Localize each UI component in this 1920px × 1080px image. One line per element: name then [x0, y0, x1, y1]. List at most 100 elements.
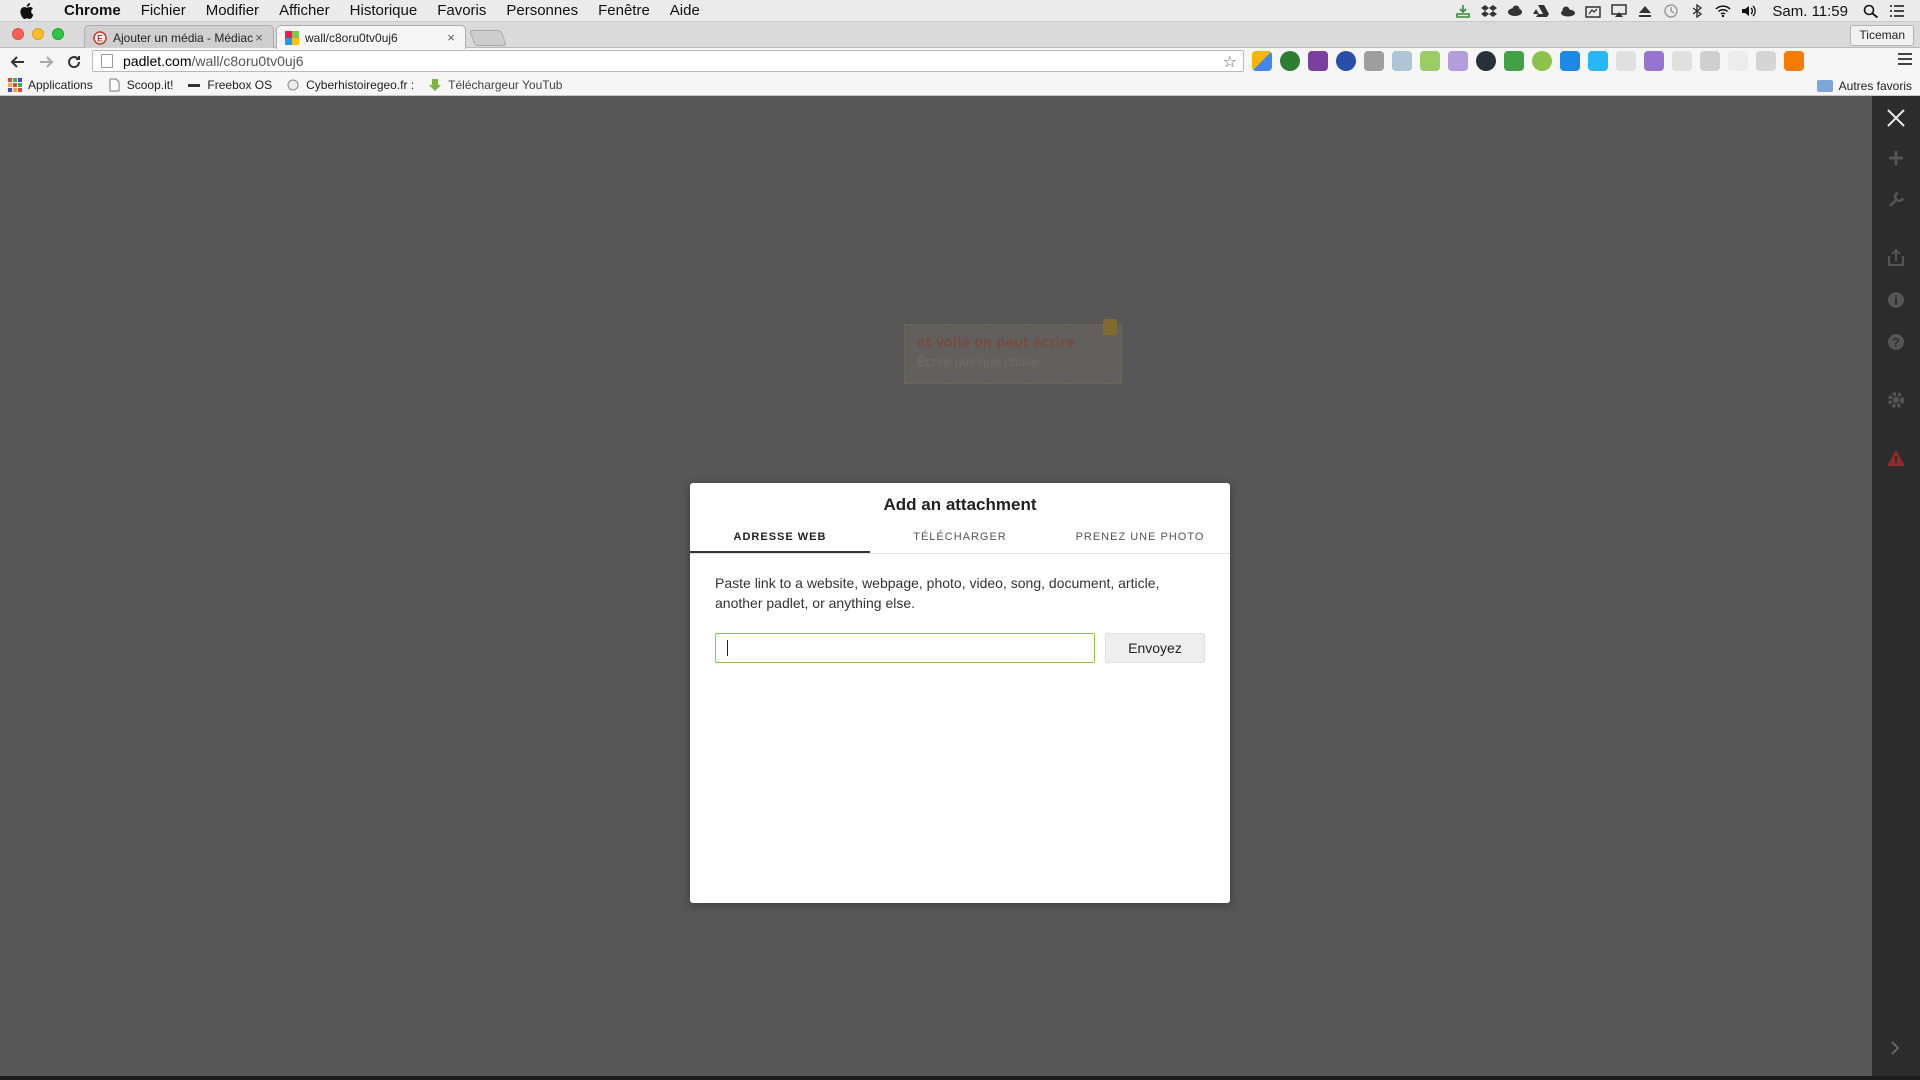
back-button[interactable]: [4, 49, 32, 75]
bookmark-label: Cyberhistoiregeo.fr :: [306, 78, 415, 92]
eject-icon[interactable]: [1632, 0, 1658, 22]
padlet-page: et voilà on peut écrire Écrire quelque c…: [0, 96, 1920, 1080]
bookmark-telechargeur[interactable]: Téléchargeur YouTub: [422, 75, 570, 96]
browser-toolbar: padlet.com/wall/c8oru0tv0uj6 ☆: [0, 48, 1920, 75]
menu-aide[interactable]: Aide: [660, 0, 710, 22]
extension-pen-icon[interactable]: [1448, 51, 1468, 71]
extension-n-icon[interactable]: [1728, 51, 1748, 71]
screen-capture-icon[interactable]: [1580, 0, 1606, 22]
extension-k-icon[interactable]: [1336, 51, 1356, 71]
tab-close-icon[interactable]: ×: [445, 30, 457, 45]
info-icon[interactable]: [1884, 288, 1908, 312]
settings-icon[interactable]: [1884, 388, 1908, 412]
extension-screenshot-icon[interactable]: [1560, 51, 1580, 71]
menu-afficher[interactable]: Afficher: [269, 0, 340, 22]
extension-camera-icon[interactable]: [1392, 51, 1412, 71]
bookmark-label: Applications: [28, 78, 93, 92]
menu-personnes[interactable]: Personnes: [496, 0, 588, 22]
chrome-menu-icon[interactable]: [1898, 53, 1912, 68]
extension-chat-icon[interactable]: [1616, 51, 1636, 71]
bookmark-star-icon[interactable]: ☆: [1223, 52, 1237, 72]
extension-rss-icon[interactable]: [1784, 51, 1804, 71]
close-icon[interactable]: [1884, 106, 1908, 130]
onedrive-icon[interactable]: [1554, 0, 1580, 22]
airplay-icon[interactable]: [1606, 0, 1632, 22]
add-attachment-dialog: Add an attachment ADRESSE WEB TÉLÉCHARGE…: [690, 483, 1230, 903]
notification-center-icon[interactable]: [1884, 0, 1910, 22]
menubar-clock[interactable]: Sam. 11:59: [1762, 3, 1858, 20]
help-icon[interactable]: ?: [1884, 330, 1908, 354]
address-bar[interactable]: padlet.com/wall/c8oru0tv0uj6 ☆: [92, 50, 1244, 72]
tab-padlet[interactable]: wall/c8oru0tv0uj6 ×: [276, 25, 466, 49]
window-controls: [12, 28, 64, 40]
apple-menu-icon[interactable]: [20, 2, 38, 19]
svg-text:?: ?: [1892, 336, 1899, 350]
tab-mediacad[interactable]: E Ajouter un média - Médiaca ×: [84, 25, 274, 49]
extension-pin-icon[interactable]: [1420, 51, 1440, 71]
bluetooth-icon[interactable]: [1684, 0, 1710, 22]
tab-web-address[interactable]: ADRESSE WEB: [690, 523, 870, 553]
extension-green-dot-icon[interactable]: [1532, 51, 1552, 71]
time-machine-icon[interactable]: [1658, 0, 1684, 22]
share-icon[interactable]: [1884, 246, 1908, 270]
reload-button[interactable]: [60, 49, 88, 75]
wifi-icon[interactable]: [1710, 0, 1736, 22]
extension-table-icon[interactable]: [1756, 51, 1776, 71]
volume-icon[interactable]: [1736, 0, 1762, 22]
add-icon[interactable]: [1884, 146, 1908, 170]
menu-historique[interactable]: Historique: [340, 0, 428, 22]
extension-onenote-icon[interactable]: [1308, 51, 1328, 71]
extension-evernote-icon[interactable]: [1280, 51, 1300, 71]
wrench-icon[interactable]: [1884, 188, 1908, 212]
tab-strip: E Ajouter un média - Médiaca × wall/c8or…: [0, 22, 1920, 49]
padlet-favicon-icon: [285, 30, 299, 45]
tab-take-photo[interactable]: PRENEZ UNE PHOTO: [1050, 523, 1230, 553]
new-tab-button[interactable]: [469, 30, 507, 46]
extension-puzzle-purple-icon[interactable]: [1644, 51, 1664, 71]
page-icon: [101, 54, 113, 68]
dialog-title: Add an attachment: [883, 495, 1037, 514]
download-arrow-icon: [429, 79, 442, 91]
bookmark-scoopit[interactable]: Scoop.it!: [101, 75, 182, 96]
spotlight-icon[interactable]: [1858, 0, 1884, 22]
apps-grid-icon: [8, 78, 22, 92]
extension-grey-icon[interactable]: [1672, 51, 1692, 71]
menu-fichier[interactable]: Fichier: [131, 0, 196, 22]
bookmark-applications[interactable]: Applications: [0, 75, 101, 96]
send-button[interactable]: Envoyez: [1105, 633, 1205, 663]
bookmark-freebox[interactable]: Freebox OS: [181, 75, 280, 96]
google-drive-icon[interactable]: [1528, 0, 1554, 22]
collapse-sidebar-icon[interactable]: [1884, 1036, 1908, 1060]
minimize-window-button[interactable]: [32, 28, 44, 40]
dropbox-icon[interactable]: [1476, 0, 1502, 22]
forward-button[interactable]: [32, 49, 60, 75]
extension-save-icon[interactable]: [1504, 51, 1524, 71]
bookmark-cyberhistoiregeo[interactable]: Cyberhistoiregeo.fr :: [280, 75, 422, 96]
freebox-icon: [188, 84, 201, 87]
menu-app-chrome[interactable]: Chrome: [54, 0, 131, 22]
close-window-button[interactable]: [12, 28, 24, 40]
extension-drop-icon[interactable]: [1700, 51, 1720, 71]
tab-title: wall/c8oru0tv0uj6: [305, 30, 398, 45]
mediacad-favicon-icon: E: [93, 30, 107, 45]
bookmarks-bar: Applications Scoop.it! Freebox OS Cyberh…: [0, 75, 1920, 96]
page-icon: [109, 78, 120, 92]
cloud-icon[interactable]: [1502, 0, 1528, 22]
bookmark-others[interactable]: Autres favoris: [1816, 75, 1912, 96]
extension-face-icon[interactable]: [1588, 51, 1608, 71]
menu-fenetre[interactable]: Fenêtre: [588, 0, 660, 22]
url-host: padlet.com: [123, 53, 192, 69]
extension-puzzle-icon[interactable]: [1252, 51, 1272, 71]
report-warning-icon[interactable]: [1884, 446, 1908, 470]
menu-favoris[interactable]: Favoris: [427, 0, 496, 22]
tab-upload[interactable]: TÉLÉCHARGER: [870, 523, 1050, 553]
url-path: /wall/c8oru0tv0uj6: [191, 53, 304, 69]
extension-circle-icon[interactable]: [1476, 51, 1496, 71]
zoom-window-button[interactable]: [52, 28, 64, 40]
download-status-icon[interactable]: [1450, 0, 1476, 22]
menu-modifier[interactable]: Modifier: [196, 0, 269, 22]
extension-print-icon[interactable]: [1364, 51, 1384, 71]
url-input[interactable]: [715, 633, 1095, 663]
profile-button[interactable]: Ticeman: [1850, 25, 1914, 46]
tab-close-icon[interactable]: ×: [253, 30, 265, 45]
